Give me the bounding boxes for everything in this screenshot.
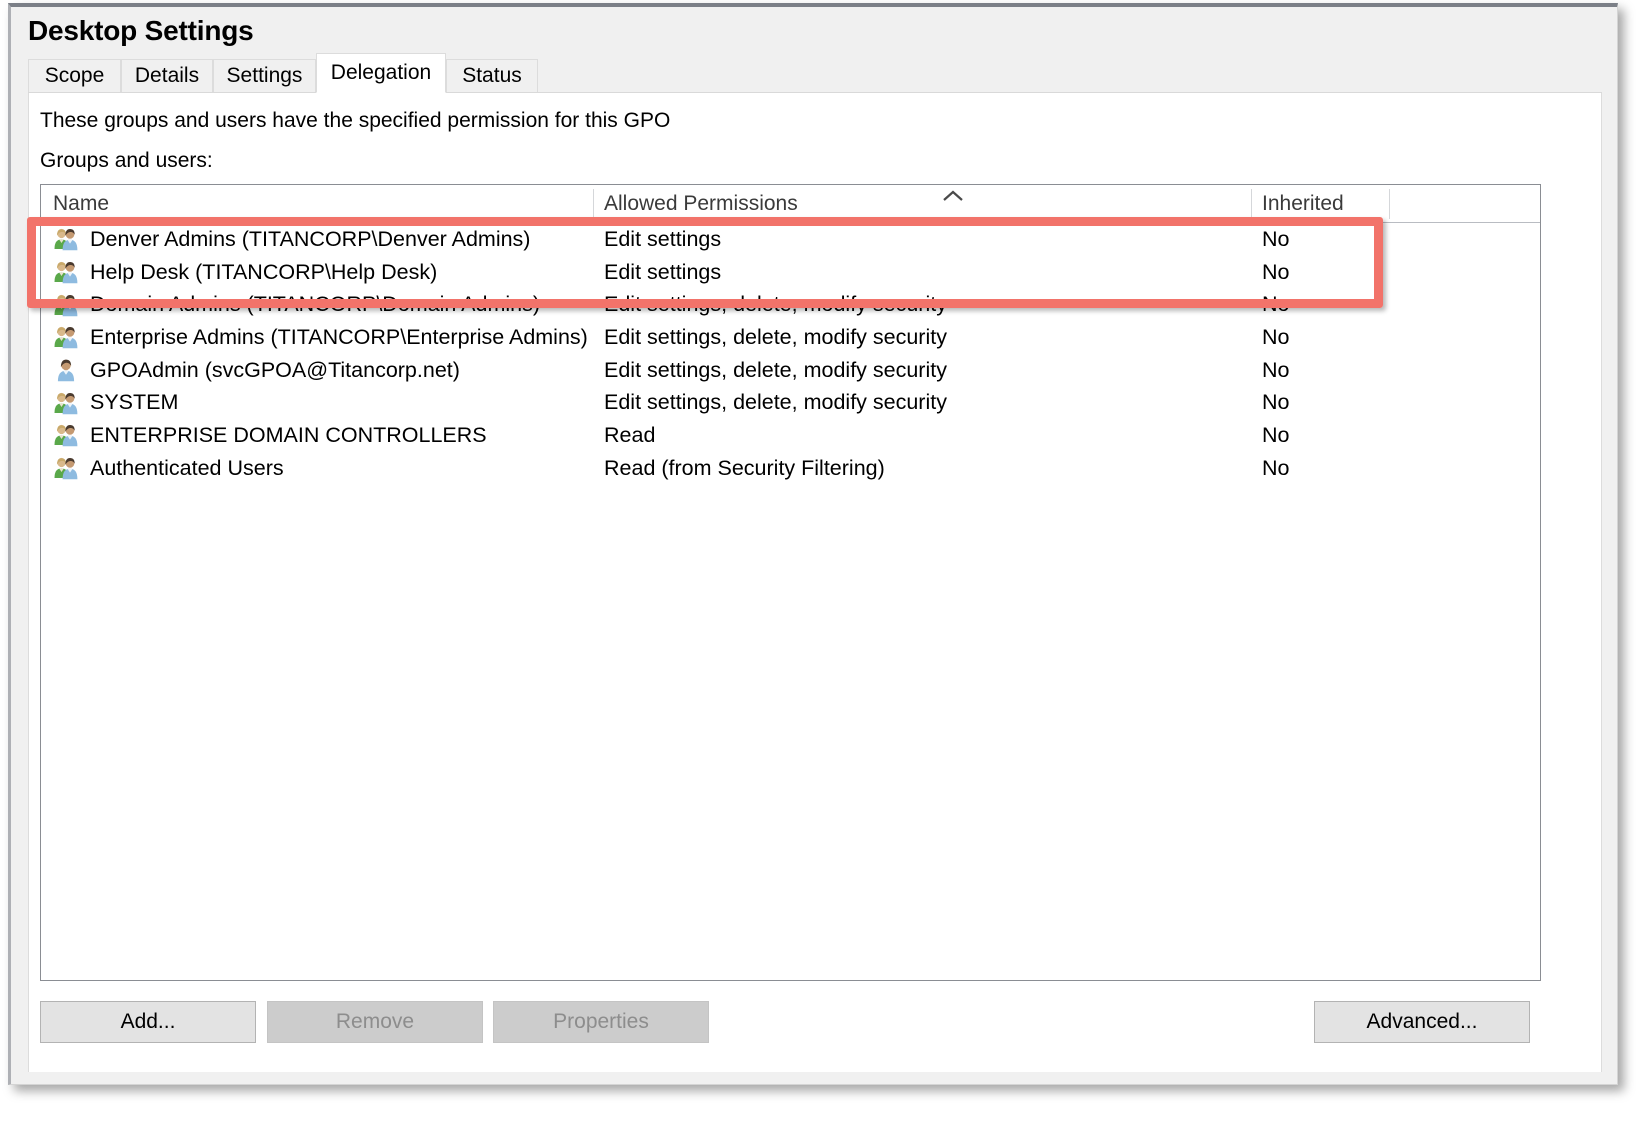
list-rows-container: Denver Admins (TITANCORP\Denver Admins) E…: [41, 223, 1540, 485]
column-divider-2[interactable]: [1251, 189, 1252, 219]
tab-delegation-label: Delegation: [331, 61, 431, 85]
gpo-properties-window: Desktop Settings Scope Details Settings …: [8, 3, 1618, 1085]
cell-inherited: No: [1262, 452, 1289, 485]
cell-inherited: No: [1262, 256, 1289, 289]
cell-name: ENTERPRISE DOMAIN CONTROLLERS: [53, 419, 487, 452]
principal-name: GPOAdmin (svcGPOA@Titancorp.net): [90, 358, 460, 383]
group-icon: [53, 325, 79, 349]
principal-name: Denver Admins (TITANCORP\Denver Admins): [90, 227, 530, 252]
table-row[interactable]: Denver Admins (TITANCORP\Denver Admins) E…: [41, 223, 1540, 256]
principal-name: Domain Admins (TITANCORP\Domain Admins): [90, 292, 540, 317]
tab-details-label: Details: [135, 64, 199, 88]
cell-inherited: No: [1262, 321, 1289, 354]
tab-scope[interactable]: Scope: [28, 59, 121, 92]
principal-name: Authenticated Users: [90, 456, 284, 481]
column-header-name[interactable]: Name: [53, 185, 109, 222]
principal-name: SYSTEM: [90, 390, 178, 415]
cell-name: Help Desk (TITANCORP\Help Desk): [53, 256, 437, 289]
group-icon: [53, 293, 79, 317]
table-row[interactable]: GPOAdmin (svcGPOA@Titancorp.net) Edit set…: [41, 354, 1540, 387]
advanced-button[interactable]: Advanced...: [1314, 1001, 1530, 1043]
cell-name: SYSTEM: [53, 386, 178, 419]
delegation-tab-panel: These groups and users have the specifie…: [28, 93, 1602, 1072]
delegation-description: These groups and users have the specifie…: [40, 109, 670, 133]
tab-scope-label: Scope: [45, 64, 105, 88]
list-header-row: Name Allowed Permissions Inherited: [41, 185, 1540, 223]
cell-name: Denver Admins (TITANCORP\Denver Admins): [53, 223, 530, 256]
column-header-allowed-permissions[interactable]: Allowed Permissions: [604, 185, 798, 222]
cell-inherited: No: [1262, 419, 1289, 452]
cell-allowed-permissions: Edit settings, delete, modify security: [604, 354, 947, 387]
cell-allowed-permissions: Edit settings: [604, 256, 721, 289]
cell-allowed-permissions: Read: [604, 419, 655, 452]
table-row[interactable]: Domain Admins (TITANCORP\Domain Admins) E…: [41, 288, 1540, 321]
table-row[interactable]: Authenticated Users Read (from Security F…: [41, 452, 1540, 485]
add-button[interactable]: Add...: [40, 1001, 256, 1043]
tab-delegation[interactable]: Delegation: [316, 53, 446, 93]
tab-status-label: Status: [462, 64, 522, 88]
cell-inherited: No: [1262, 386, 1289, 419]
cell-name: GPOAdmin (svcGPOA@Titancorp.net): [53, 354, 460, 387]
cell-name: Authenticated Users: [53, 452, 284, 485]
delegation-list-view[interactable]: Name Allowed Permissions Inherited Denve…: [40, 184, 1541, 981]
table-row[interactable]: Help Desk (TITANCORP\Help Desk) Edit sett…: [41, 256, 1540, 289]
principal-name: Help Desk (TITANCORP\Help Desk): [90, 260, 437, 285]
tab-status[interactable]: Status: [446, 59, 538, 92]
column-divider-3[interactable]: [1389, 189, 1390, 219]
group-icon: [53, 391, 79, 415]
tab-details[interactable]: Details: [121, 59, 213, 92]
table-row[interactable]: Enterprise Admins (TITANCORP\Enterprise …: [41, 321, 1540, 354]
principal-name: Enterprise Admins (TITANCORP\Enterprise …: [90, 325, 588, 350]
cell-inherited: No: [1262, 288, 1289, 321]
cell-allowed-permissions: Edit settings: [604, 223, 721, 256]
group-icon: [53, 423, 79, 447]
page-title: Desktop Settings: [28, 15, 254, 47]
groups-and-users-label: Groups and users:: [40, 149, 213, 173]
table-row[interactable]: ENTERPRISE DOMAIN CONTROLLERS Read No: [41, 419, 1540, 452]
tab-strip: Scope Details Settings Delegation Status: [28, 55, 1602, 93]
principal-name: ENTERPRISE DOMAIN CONTROLLERS: [90, 423, 487, 448]
cell-name: Enterprise Admins (TITANCORP\Enterprise …: [53, 321, 588, 354]
group-icon: [53, 260, 79, 284]
cell-allowed-permissions: Edit settings, delete, modify security: [604, 288, 947, 321]
sort-ascending-chevron-icon: [942, 190, 964, 202]
group-icon: [53, 456, 79, 480]
group-icon: [53, 227, 79, 251]
properties-button[interactable]: Properties: [493, 1001, 709, 1043]
cell-inherited: No: [1262, 354, 1289, 387]
tab-settings-label: Settings: [227, 64, 303, 88]
column-divider-1[interactable]: [593, 189, 594, 219]
remove-button[interactable]: Remove: [267, 1001, 483, 1043]
cell-name: Domain Admins (TITANCORP\Domain Admins): [53, 288, 540, 321]
user-icon: [53, 358, 79, 382]
cell-allowed-permissions: Edit settings, delete, modify security: [604, 321, 947, 354]
cell-allowed-permissions: Edit settings, delete, modify security: [604, 386, 947, 419]
cell-allowed-permissions: Read (from Security Filtering): [604, 452, 885, 485]
column-header-inherited[interactable]: Inherited: [1262, 185, 1344, 222]
tab-settings[interactable]: Settings: [213, 59, 316, 92]
cell-inherited: No: [1262, 223, 1289, 256]
table-row[interactable]: SYSTEM Edit settings, delete, modify secu…: [41, 386, 1540, 419]
